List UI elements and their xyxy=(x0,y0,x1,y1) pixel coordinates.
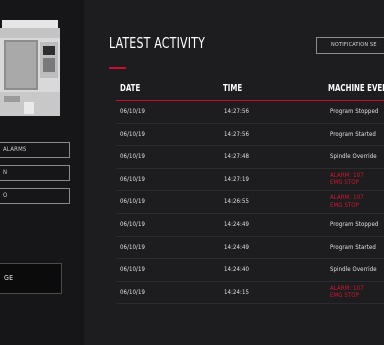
cell-machine-event: ALARM: 107 EMG STOP xyxy=(330,171,364,187)
cell-date: 06/10/19 xyxy=(120,153,146,161)
cell-time: 14:26:55 xyxy=(224,198,250,206)
cell-time: 14:27:19 xyxy=(224,175,250,183)
activity-table: DATE TIME MACHINE EVENT 06/10/19 14:27:56… xyxy=(116,79,384,305)
table-header: DATE TIME MACHINE EVENT xyxy=(116,79,384,101)
cell-date: 06/10/19 xyxy=(120,108,146,115)
cell-machine-event: Program Started xyxy=(330,243,376,251)
cell-date: 06/10/19 xyxy=(120,243,146,251)
cell-time: 14:27:56 xyxy=(224,108,250,115)
column-header-time: TIME xyxy=(223,83,243,94)
table-row: 06/10/19 14:27:56 Program Started xyxy=(116,124,384,147)
cell-machine-event: ALARM: 107 EMG STOP xyxy=(330,194,364,209)
sidebar-button-2[interactable]: N xyxy=(0,165,70,181)
cell-time: 14:24:40 xyxy=(224,266,250,274)
table-row: 06/10/19 14:24:49 Program Stopped xyxy=(116,214,384,237)
table-row: 06/10/19 14:24:15 ALARM: 107 EMG STOP xyxy=(116,282,384,305)
table-row: 06/10/19 14:24:40 Spindle Override xyxy=(116,259,384,282)
table-row: 06/10/19 14:27:19 ALARM: 107 EMG STOP xyxy=(116,169,384,192)
cell-machine-event: Program Stopped xyxy=(330,108,379,115)
cell-machine-event: Spindle Override xyxy=(330,153,377,161)
cell-date: 06/10/19 xyxy=(120,220,146,228)
column-header-machine-event: MACHINE EVENT xyxy=(328,83,384,94)
app-root: ALARMS N O GE LATEST ACTIVITY NOTIFICATI… xyxy=(0,0,384,345)
page-title: LATEST ACTIVITY xyxy=(109,34,206,52)
cnc-machine-image xyxy=(0,20,60,116)
title-accent-bar xyxy=(109,67,126,69)
cell-date: 06/10/19 xyxy=(120,175,146,183)
cell-machine-event: Program Started xyxy=(330,130,376,138)
cell-date: 06/10/19 xyxy=(120,266,146,274)
table-row: 06/10/19 14:24:49 Program Started xyxy=(116,237,384,260)
cell-machine-event: Program Stopped xyxy=(330,220,379,228)
table-row: 06/10/19 14:26:55 ALARM: 107 EMG STOP xyxy=(116,191,384,214)
cell-date: 06/10/19 xyxy=(120,288,146,296)
table-row: 06/10/19 14:27:48 Spindle Override xyxy=(116,146,384,169)
sidebar-button-alarms[interactable]: ALARMS xyxy=(0,142,70,158)
cell-time: 14:24:49 xyxy=(224,243,250,251)
cell-machine-event: ALARM: 107 EMG STOP xyxy=(330,284,364,300)
table-body: 06/10/19 14:27:56 Program Stopped 06/10/19 1… xyxy=(116,101,384,305)
machine-sidebar: ALARMS N O GE xyxy=(0,0,84,345)
cell-date: 06/10/19 xyxy=(120,198,146,206)
notification-settings-button[interactable]: NOTIFICATION SE xyxy=(316,37,384,54)
column-header-date: DATE xyxy=(120,83,141,94)
cell-time: 14:24:15 xyxy=(224,288,250,296)
sidebar-primary-button[interactable]: GE xyxy=(0,263,62,294)
cell-time: 14:24:49 xyxy=(224,220,250,228)
table-row: 06/10/19 14:27:56 Program Stopped xyxy=(116,101,384,124)
cell-time: 14:27:48 xyxy=(224,153,250,161)
sidebar-button-3[interactable]: O xyxy=(0,188,70,204)
cell-time: 14:27:56 xyxy=(224,130,250,138)
cell-machine-event: Spindle Override xyxy=(330,266,377,274)
cell-date: 06/10/19 xyxy=(120,130,146,138)
